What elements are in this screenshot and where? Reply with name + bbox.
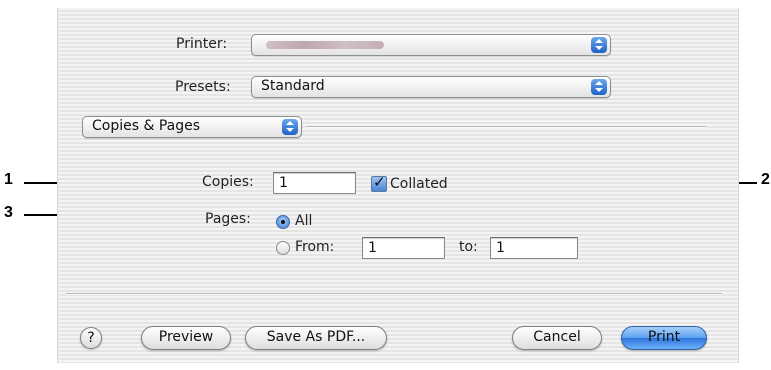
callout-2: 2 bbox=[761, 171, 770, 188]
print-button[interactable]: Print bbox=[621, 326, 707, 350]
pages-all-label[interactable]: All bbox=[295, 213, 312, 229]
print-dialog: Printer: Presets: Standard Copies & Page… bbox=[57, 8, 739, 363]
panel-separator bbox=[306, 126, 706, 128]
checkmark-icon: ✓ bbox=[373, 173, 386, 191]
printer-name-redacted bbox=[266, 41, 384, 49]
presets-label: Presets: bbox=[175, 79, 231, 95]
bottom-separator bbox=[66, 293, 722, 295]
pages-to-field[interactable]: 1 bbox=[490, 237, 578, 259]
popup-arrows-icon bbox=[591, 79, 607, 95]
pages-to-label: to: bbox=[459, 239, 478, 255]
save-as-pdf-button[interactable]: Save As PDF... bbox=[245, 326, 387, 350]
popup-arrows-icon bbox=[591, 37, 607, 53]
panel-popup[interactable]: Copies & Pages bbox=[82, 116, 302, 138]
copies-label: Copies: bbox=[202, 174, 254, 190]
printer-label: Printer: bbox=[176, 36, 228, 52]
copies-field[interactable]: 1 bbox=[273, 172, 356, 194]
pages-all-radio[interactable] bbox=[276, 215, 290, 229]
collated-label[interactable]: Collated bbox=[390, 176, 448, 192]
pages-label: Pages: bbox=[205, 211, 251, 227]
preview-button[interactable]: Preview bbox=[141, 326, 231, 350]
callout-3: 3 bbox=[4, 204, 13, 221]
cancel-button[interactable]: Cancel bbox=[512, 326, 602, 350]
popup-arrows-icon bbox=[282, 119, 298, 135]
pages-from-radio[interactable] bbox=[276, 241, 290, 255]
presets-value: Standard bbox=[261, 78, 325, 94]
callout-1: 1 bbox=[4, 171, 13, 188]
presets-popup[interactable]: Standard bbox=[251, 76, 611, 98]
pages-from-field[interactable]: 1 bbox=[362, 237, 445, 259]
help-button[interactable]: ? bbox=[80, 327, 102, 349]
panel-value: Copies & Pages bbox=[92, 118, 201, 134]
pages-from-label[interactable]: From: bbox=[295, 239, 334, 255]
collated-checkbox[interactable]: ✓ bbox=[371, 173, 387, 192]
printer-popup[interactable] bbox=[251, 34, 611, 56]
